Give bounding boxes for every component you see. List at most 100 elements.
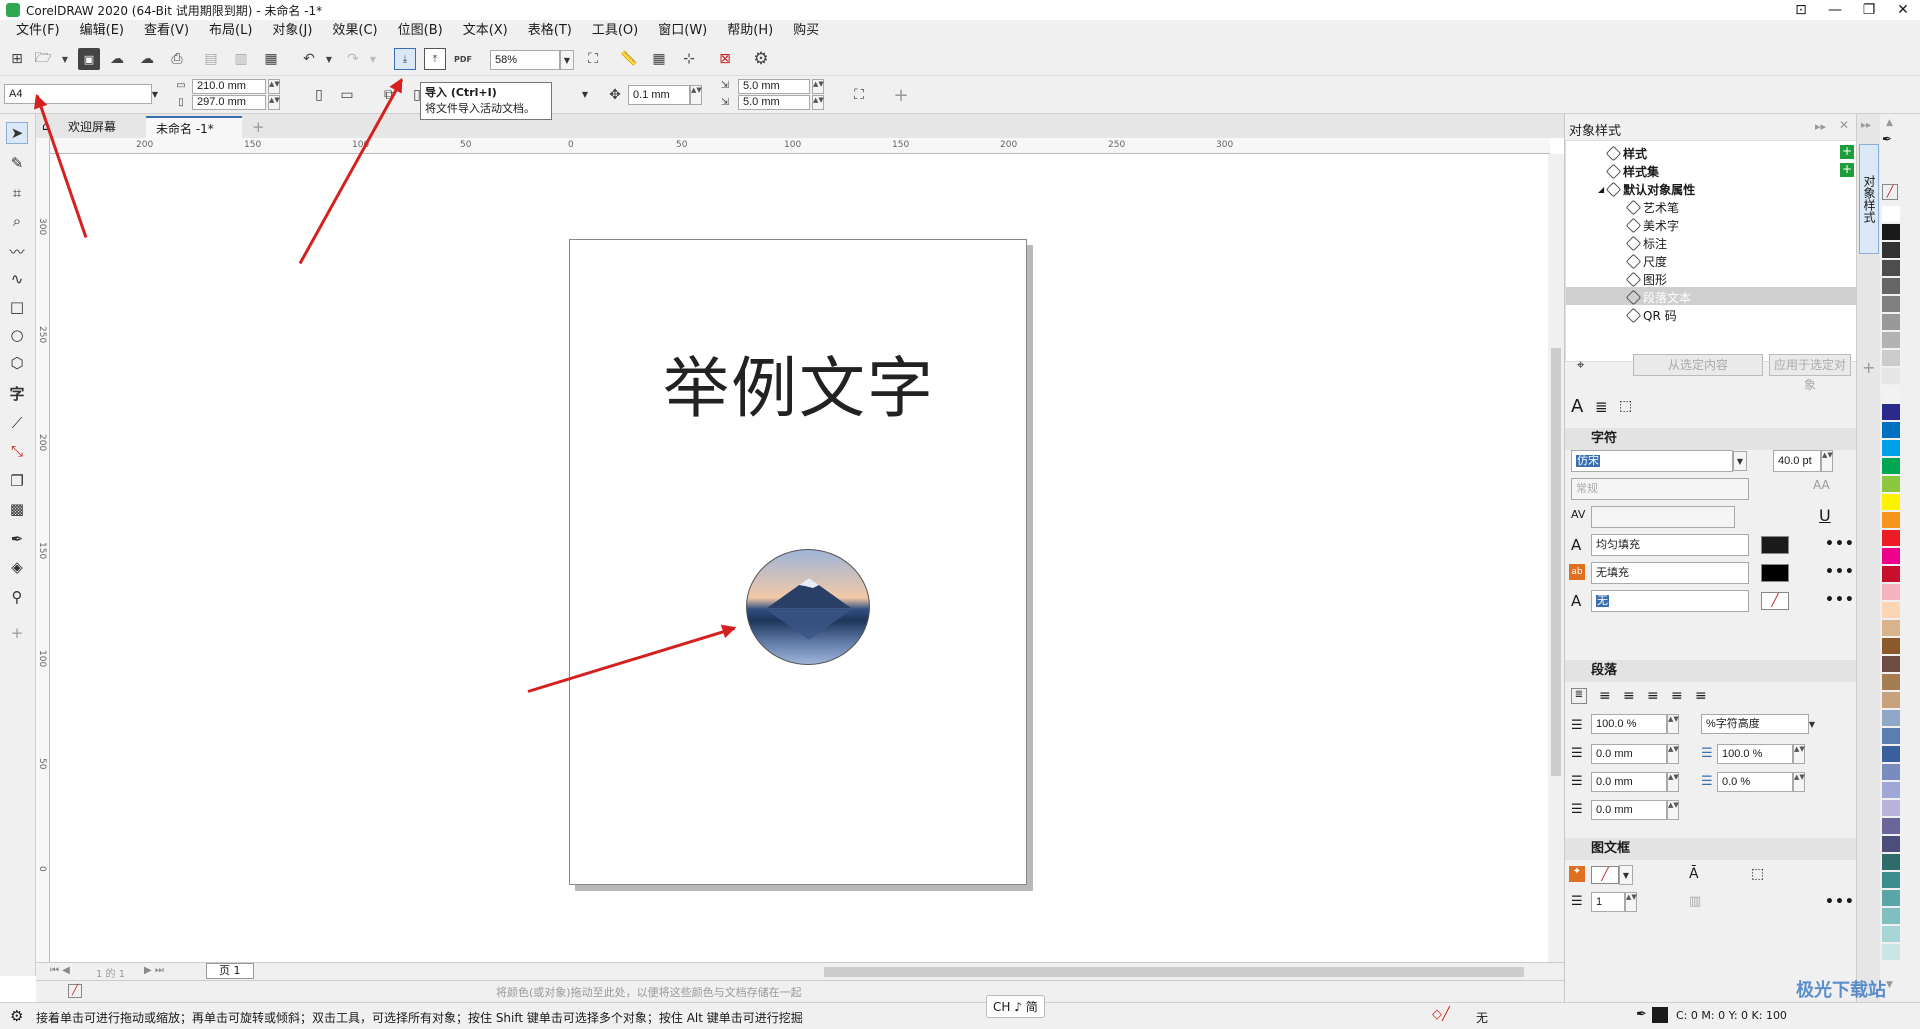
duplicate-x-field[interactable]: 5.0 mm [738, 79, 810, 94]
menu-effects[interactable]: 效果(C) [322, 20, 387, 42]
character-spacing-spinner[interactable]: ▲▼ [1793, 772, 1805, 792]
palette-color-swatch[interactable] [1882, 926, 1900, 942]
palette-color-swatch[interactable] [1882, 728, 1900, 744]
no-color-swatch[interactable]: ╱ [68, 984, 82, 998]
frame-fit-icon[interactable]: ⬚ [1751, 866, 1764, 882]
cloud-sync-icon[interactable]: ☁ [136, 48, 158, 70]
palette-color-swatch[interactable] [1882, 620, 1900, 636]
portrait-icon[interactable]: ▯ [308, 84, 330, 106]
right-indent-field[interactable]: 0.0 mm [1591, 800, 1667, 820]
document-page[interactable]: 举例文字 [569, 239, 1027, 885]
palette-color-swatch[interactable] [1882, 422, 1900, 438]
right-indent-spinner[interactable]: ▲▼ [1667, 800, 1679, 820]
palette-color-swatch[interactable] [1882, 332, 1900, 348]
menu-window[interactable]: 窗口(W) [648, 20, 717, 42]
zoom-tool-icon[interactable]: ⌕ [6, 210, 28, 232]
page-border-icon[interactable]: ⛶ [848, 84, 870, 106]
zoom-dropdown-icon[interactable]: ▼ [560, 50, 574, 70]
palette-scroll-down-icon[interactable]: ▼ [1886, 980, 1893, 990]
crop-tool-icon[interactable]: ⌗ [6, 182, 28, 204]
sample-text-object[interactable]: 举例文字 [570, 335, 1028, 431]
add-style-set-icon[interactable]: + [1840, 163, 1854, 177]
add-style-icon[interactable]: + [1840, 145, 1854, 159]
landscape-icon[interactable]: ▭ [336, 84, 358, 106]
spacing-unit-select[interactable]: %字符高度 [1701, 714, 1809, 734]
font-family-dropdown-icon[interactable]: ▼ [1733, 451, 1747, 471]
from-selection-button[interactable]: 从选定内容 [1633, 354, 1763, 376]
open-dropdown-icon[interactable]: ▼ [54, 48, 76, 70]
menu-help[interactable]: 帮助(H) [717, 20, 783, 42]
snap-off-icon[interactable]: ⊠ [714, 48, 736, 70]
palette-color-swatch[interactable] [1882, 674, 1900, 690]
redo-icon[interactable]: ↷ [342, 48, 364, 70]
palette-color-swatch[interactable] [1882, 764, 1900, 780]
font-style-field[interactable]: 常规 [1571, 478, 1749, 500]
palette-color-swatch[interactable] [1882, 278, 1900, 294]
close-button[interactable]: ✕ [1886, 0, 1920, 20]
drawing-canvas[interactable]: 举例文字 [50, 154, 1550, 962]
last-page-icon[interactable]: ▶ ⏭ [144, 965, 164, 976]
palette-color-swatch[interactable] [1882, 314, 1900, 330]
palette-color-swatch[interactable] [1882, 944, 1900, 960]
menu-text[interactable]: 文本(X) [453, 20, 518, 42]
copy-icon[interactable]: ▥ [230, 48, 252, 70]
palette-color-swatch[interactable] [1882, 890, 1900, 906]
paragraph-spacing-field[interactable]: 100.0 % [1717, 744, 1793, 764]
text-fill-type-field[interactable]: 均匀填充 [1591, 534, 1749, 556]
cloud-upload-icon[interactable]: ☁ [106, 48, 128, 70]
duplicate-y-spinner[interactable]: ▲▼ [812, 95, 824, 110]
tree-item-graphic[interactable]: 图形 [1625, 271, 1667, 288]
new-document-icon[interactable]: ⊞ [6, 48, 28, 70]
show-rulers-icon[interactable]: 📏 [618, 48, 640, 70]
tree-item-style-sets[interactable]: 样式集 [1605, 163, 1659, 180]
font-family-field[interactable]: 仿宋 [1571, 450, 1733, 472]
palette-color-swatch[interactable] [1882, 692, 1900, 708]
object-styles-dock-tab[interactable]: 对象样式 [1859, 144, 1879, 254]
pick-tool-icon[interactable]: ➤ [6, 122, 28, 144]
artistic-media-tool-icon[interactable]: ∿ [6, 268, 28, 290]
palette-color-swatch[interactable] [1882, 548, 1900, 564]
vertical-alignment-icon[interactable]: Ā [1689, 866, 1699, 882]
spacing-unit-dropdown-icon[interactable]: ▼ [1805, 714, 1819, 734]
restore-button[interactable]: ❐ [1852, 0, 1886, 20]
opentype-icon[interactable]: AA [1813, 478, 1830, 492]
page-size-dropdown-icon[interactable]: ▼ [148, 84, 162, 104]
kerning-field[interactable] [1591, 506, 1735, 528]
tree-item-styles[interactable]: 样式 [1605, 145, 1647, 162]
line-spacing-spinner[interactable]: ▲▼ [1667, 714, 1679, 734]
palette-color-swatch[interactable] [1882, 368, 1900, 384]
no-color-swatch[interactable]: ╱ [1882, 184, 1898, 200]
add-tool-icon[interactable]: + [6, 622, 28, 644]
text-background-more-icon[interactable]: ••• [1825, 564, 1855, 580]
text-background-color-swatch[interactable] [1761, 564, 1789, 582]
palette-color-swatch[interactable] [1882, 908, 1900, 924]
strip-expand-icon[interactable]: ▸▸ [1861, 120, 1871, 131]
tab-welcome-screen[interactable]: 欢迎屏幕 [58, 116, 127, 138]
palette-color-swatch[interactable] [1882, 746, 1900, 762]
add-docker-icon[interactable]: + [1862, 358, 1875, 377]
palette-color-swatch[interactable] [1882, 782, 1900, 798]
palette-color-swatch[interactable] [1882, 638, 1900, 654]
redo-dropdown-icon[interactable]: ▼ [362, 48, 384, 70]
print-icon[interactable]: ⎙ [166, 48, 188, 70]
first-line-indent-field[interactable]: 0.0 mm [1591, 744, 1667, 764]
palette-color-swatch[interactable] [1882, 242, 1900, 258]
options-gear-icon[interactable]: ⚙ [750, 48, 772, 70]
import-icon[interactable]: ⤓ [394, 48, 416, 70]
palette-color-swatch[interactable] [1882, 296, 1900, 312]
undo-icon[interactable]: ↶ [298, 48, 320, 70]
document-palette[interactable]: ╱ 将颜色(或对象)拖动至此处，以便将这些颜色与文档存储在一起 [36, 980, 1564, 1002]
zoom-level-field[interactable]: 58% [490, 50, 560, 70]
cut-icon[interactable]: ▤ [200, 48, 222, 70]
columns-spinner[interactable]: ▲▼ [1625, 892, 1637, 912]
paragraph-section-header[interactable]: 段落 [1565, 660, 1857, 682]
text-outline-field[interactable]: 无 [1591, 590, 1749, 612]
eyedropper-tool-icon[interactable]: ✒ [6, 528, 28, 550]
page-1-tab[interactable]: 页 1 [206, 963, 254, 979]
vertical-ruler[interactable]: 300 250 200 150 100 50 0 [36, 138, 50, 962]
apply-style-icon[interactable]: ⌖ [1577, 358, 1584, 373]
menu-tools[interactable]: 工具(O) [582, 20, 648, 42]
page-size-select[interactable]: A4 [4, 84, 152, 104]
text-background-field[interactable]: 无填充 [1591, 562, 1749, 584]
paragraph-spacing-spinner[interactable]: ▲▼ [1793, 744, 1805, 764]
